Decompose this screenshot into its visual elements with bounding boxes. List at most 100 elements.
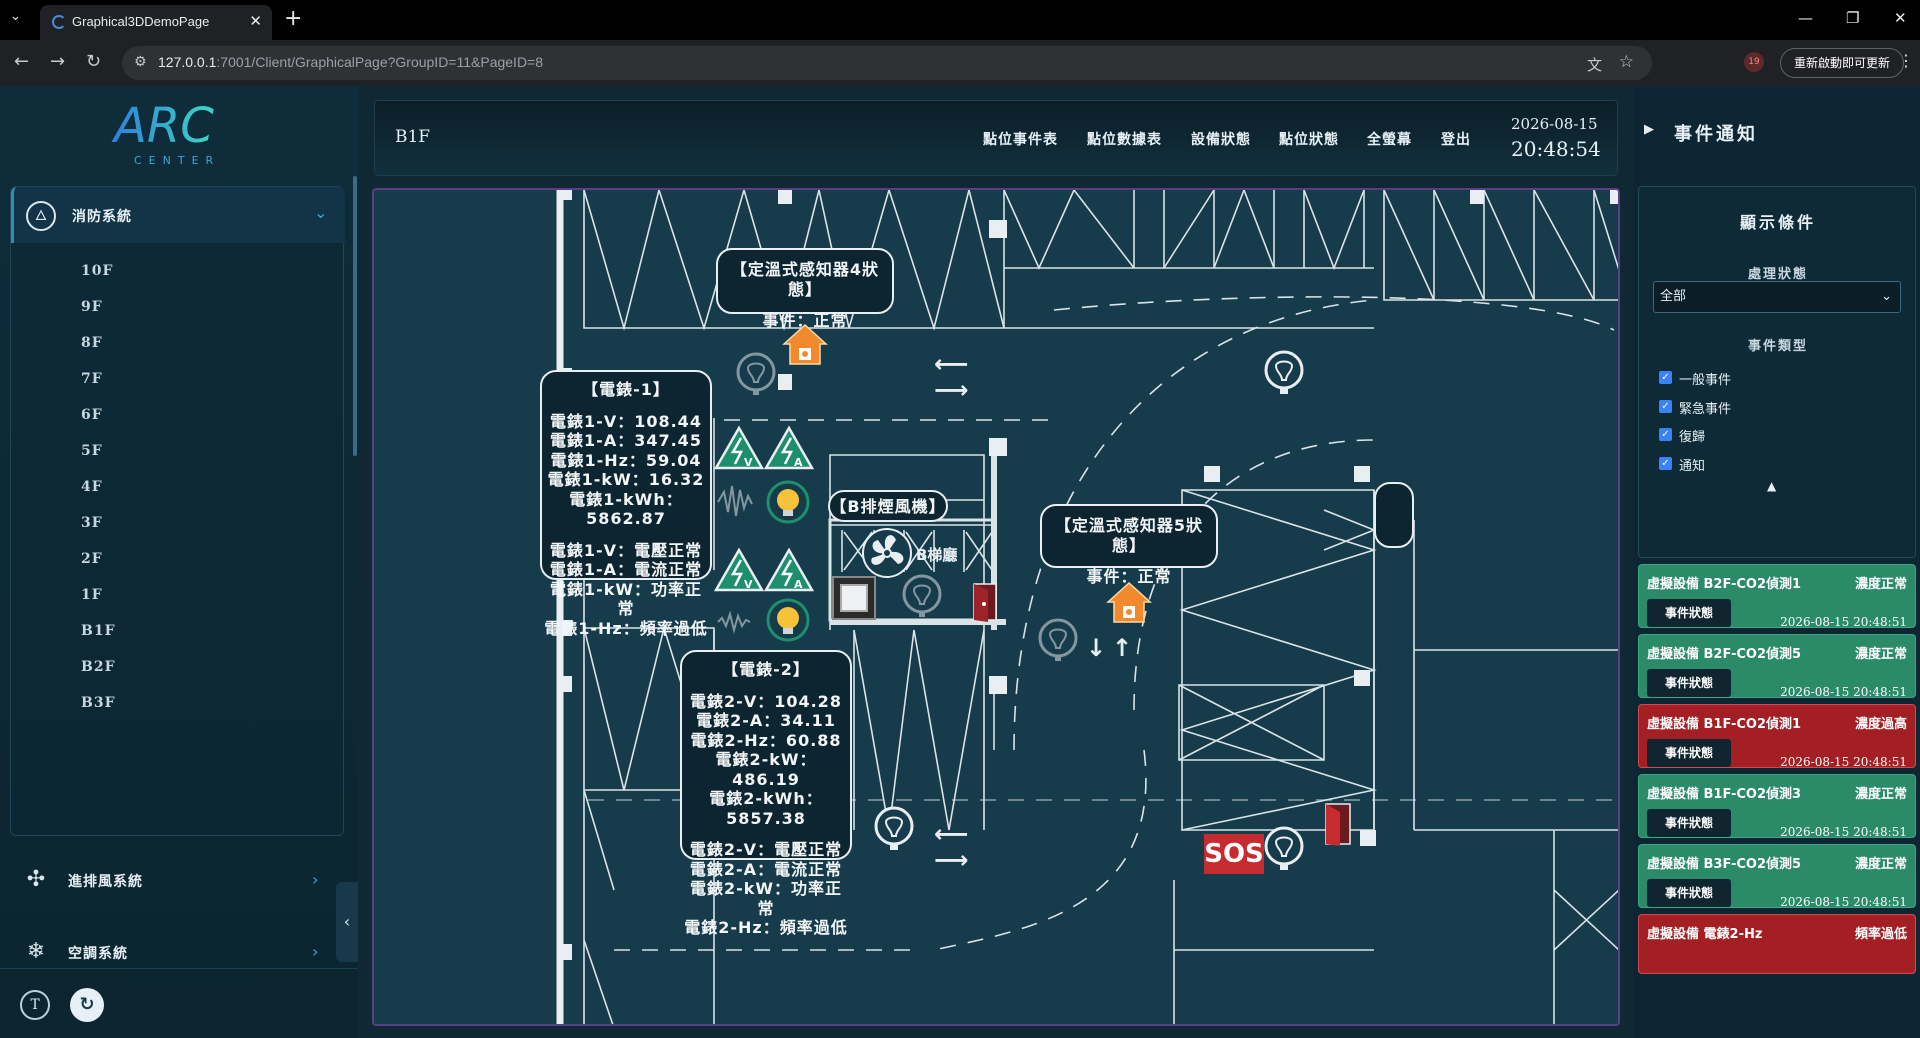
floor-item[interactable]: 4F [81,479,103,495]
meter2-tooltip: 【電錶-2】 電錶2-V：104.28 電錶2-A：34.11 電錶2-Hz：6… [680,650,852,937]
type-checkbox-emergency[interactable]: ✓ 緊急事件 [1659,398,1859,417]
minimize-icon[interactable]: — [1798,9,1813,27]
event-status-button[interactable]: 事件狀態 [1647,669,1731,697]
browser-tab[interactable]: Graphical3DDemoPage ✕ [40,5,272,40]
fire-door-icon[interactable] [1318,800,1362,850]
close-window-icon[interactable]: ✕ [1894,9,1907,27]
meter1-hz-kw-icons[interactable] [714,478,814,528]
control-panel-box[interactable] [832,576,876,620]
event-timestamp: 2026-08-15 20:48:51 [1780,615,1907,629]
translate-icon[interactable]: 文 [1587,54,1602,75]
sensor5-tooltip: 【定溫式感知器5狀態】 事件：正常 [1040,504,1218,586]
floor-item[interactable]: 6F [81,407,103,423]
address-bar[interactable]: ⚙ 127.0.0.1:7001/Client/GraphicalPage?Gr… [122,46,1652,80]
type-checkbox-general[interactable]: ✓ 一般事件 [1659,369,1859,388]
meter2-value: 電錶2-V：104.28 [690,691,842,711]
arrow-up-icon: ↑ [1112,634,1133,662]
meter2-volt-letter: V [744,578,753,591]
checkbox-checked-icon[interactable]: ✓ [1659,457,1672,470]
sidebar-scrollbar[interactable] [353,176,357,456]
text-size-button[interactable]: T [20,990,50,1020]
type-checkbox-reset[interactable]: ✓ 復歸 [1659,426,1859,445]
browser-menu-icon[interactable]: ⋮ [1898,51,1914,70]
new-tab-icon[interactable]: + [284,6,302,31]
bookmark-star-icon[interactable]: ☆ [1619,52,1634,72]
nav-device-status[interactable]: 設備狀態 [1191,129,1251,149]
event-card[interactable]: 虛擬設備 B2F-CO2偵測1 濃度正常事件狀態 2026-08-15 20:48:… [1638,564,1916,629]
sensor4-status: 事件：正常 [762,311,848,330]
event-card[interactable]: 虛擬設備 電錶2-Hz 頻率過低 [1638,914,1916,974]
event-card[interactable]: 虛擬設備 B1F-CO2偵測3 濃度正常 事件狀態 2026-08-15 20:48:… [1638,774,1916,839]
event-status-button[interactable]: 事件狀態 [1647,739,1731,767]
nav-point-status[interactable]: 點位狀態 [1279,129,1339,149]
fire-door-icon[interactable] [968,580,1008,624]
aircon-label: 空調系統 [68,946,128,962]
lightbulb-off-icon[interactable] [1036,618,1080,664]
close-tab-icon[interactable]: ✕ [249,12,262,30]
lightbulb-icon[interactable] [872,806,916,852]
forward-icon[interactable]: → [50,51,65,72]
type-checkbox-notice[interactable]: ✓ 通知 [1659,455,1859,474]
floor-item[interactable]: 9F [81,299,103,315]
floor-item[interactable]: 1F [81,587,103,603]
floor-item[interactable]: 7F [81,371,103,387]
event-status-button[interactable]: 事件狀態 [1647,879,1731,907]
event-card[interactable]: 虛擬設備 B2F-CO2偵測5 濃度正常 事件狀態 2026-08-15 20:48:… [1638,634,1916,699]
meter2-sensor-icons[interactable]: V A [714,546,814,596]
meter2-status: 電錶2-Hz：頻率過低 [684,918,848,937]
meter1-sensor-icons[interactable]: V A [714,424,814,474]
meter2-amp-letter: A [794,578,803,591]
back-icon[interactable]: ← [14,51,29,72]
type-checkbox-label: 通知 [1679,459,1706,474]
event-timestamp: 2026-08-15 20:48:51 [1780,825,1907,839]
panel-toggle-icon[interactable]: ▶ [1644,122,1654,137]
checkbox-checked-icon[interactable]: ✓ [1659,400,1672,413]
lightbulb-off-icon[interactable] [900,574,944,618]
checkbox-checked-icon[interactable]: ✓ [1659,428,1672,441]
nav-fullscreen[interactable]: 全螢幕 [1367,129,1412,149]
fire-system-header[interactable]: 🜂 消防系統 ⌄ [11,187,345,243]
nav-point-data[interactable]: 點位數據表 [1087,129,1162,149]
floor-item[interactable]: 2F [81,551,103,567]
heat-sensor-house-icon[interactable] [1104,580,1154,624]
floor-item[interactable]: 8F [81,335,103,351]
floor-item[interactable]: B2F [81,659,116,675]
smoke-exhaust-fan-icon[interactable] [860,526,914,580]
lightbulb-off-icon[interactable] [734,352,778,396]
ventilation-system-item[interactable]: ✣ 進排風系統 › [20,860,330,900]
floor-item[interactable]: 10F [81,263,113,279]
collapse-up-icon[interactable]: ▲ [1767,479,1776,493]
event-device-name: 虛擬設備 B1F-CO2偵測3 [1647,787,1802,802]
event-state: 濃度正常 [1854,577,1907,592]
event-status-button[interactable]: 事件狀態 [1647,599,1731,627]
sidebar-collapse-button[interactable]: ‹ [336,882,358,962]
tab-search-icon[interactable]: ⌄ [10,9,21,24]
event-device-name: 虛擬設備 B2F-CO2偵測1 [1647,577,1802,592]
status-select[interactable]: 全部 ⌄ [1653,281,1901,313]
floor-item[interactable]: 5F [81,443,103,459]
meter2-status: 電錶2-A：電流正常 [689,859,843,879]
event-card[interactable]: 虛擬設備 B3F-CO2偵測5 濃度正常 事件狀態 2026-08-15 20:48:… [1638,844,1916,909]
meter2-hz-kw-icons[interactable] [714,596,814,646]
refresh-button[interactable]: ↻ [70,988,104,1022]
event-card[interactable]: 虛擬設備 B1F-CO2偵測1 濃度過高 事件狀態 2026-08-15 20:48:… [1638,704,1916,769]
floor-item[interactable]: B1F [81,623,116,639]
reload-icon[interactable]: ↻ [86,51,101,72]
type-checkbox-label: 緊急事件 [1679,402,1732,417]
nav-point-events[interactable]: 點位事件表 [983,129,1058,149]
sos-button[interactable]: SOS [1204,834,1264,874]
lightbulb-icon[interactable] [1262,350,1306,396]
update-button[interactable]: 重新啟動即可更新 [1780,48,1904,78]
restore-icon[interactable]: ❐ [1846,9,1859,27]
site-info-icon[interactable]: ⚙ [134,54,147,70]
event-status-button[interactable]: 事件狀態 [1647,809,1731,837]
meter1-status: 電錶1-V：電壓正常 [549,540,703,560]
profile-avatar[interactable]: 19 [1744,52,1764,72]
floor-item[interactable]: 3F [81,515,103,531]
lightbulb-icon[interactable] [1262,826,1306,872]
type-label: 事件類型 [1747,339,1808,354]
floor-item[interactable]: B3F [81,695,116,711]
aircon-system-item[interactable]: ❄ 空調系統 › [20,932,330,972]
checkbox-checked-icon[interactable]: ✓ [1659,371,1672,384]
nav-logout[interactable]: 登出 [1441,129,1471,149]
